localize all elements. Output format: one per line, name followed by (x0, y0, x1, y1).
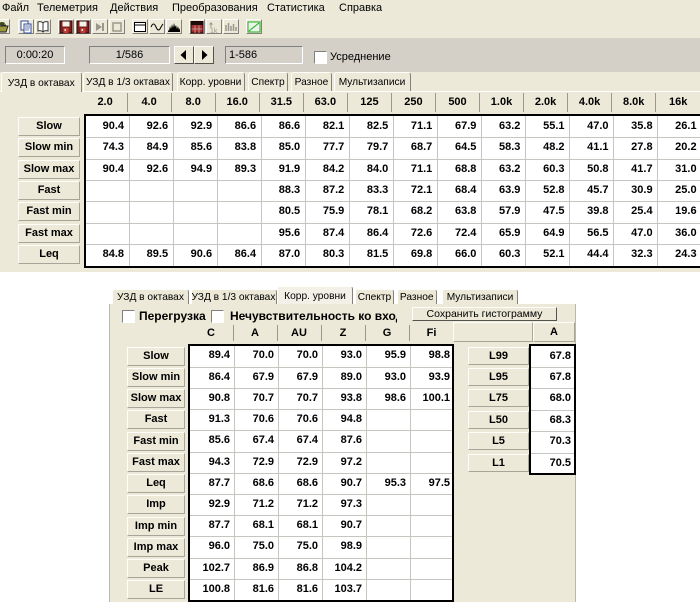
svg-text:1k: 1k (210, 28, 218, 34)
